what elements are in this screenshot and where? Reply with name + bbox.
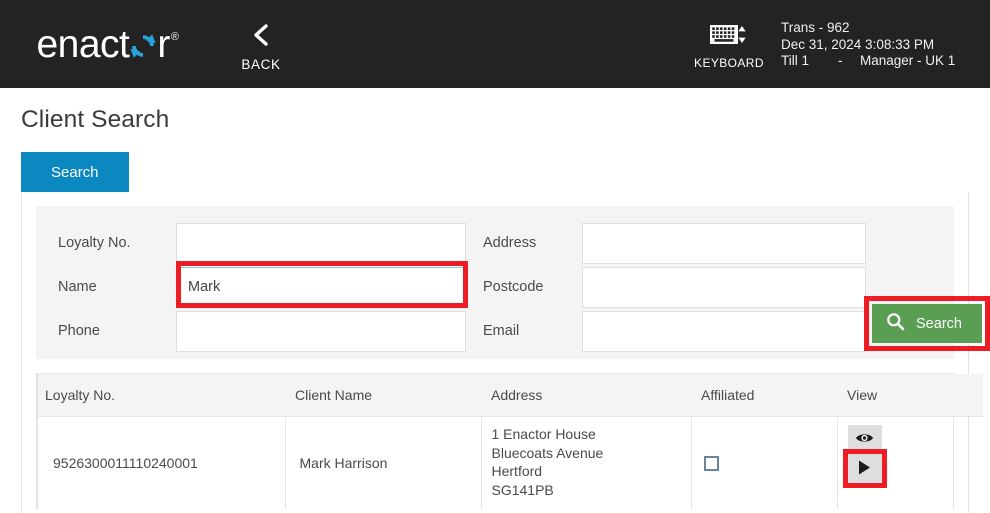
cell-affiliated (691, 416, 838, 509)
page-title: Client Search (21, 106, 170, 133)
email-input[interactable] (582, 310, 866, 352)
brand-logo: enact r® (0, 0, 215, 88)
logo-trademark: ® (170, 30, 179, 43)
page-body: Client Search Search Loyalty No. Name Ma… (0, 88, 990, 513)
transaction-info: Trans - 962 Dec 31, 2024 3:08:33 PM Till… (775, 18, 990, 70)
eye-icon (855, 431, 874, 448)
column-header-affiliated: Affiliated (691, 374, 837, 417)
field-postcode: Postcode (483, 265, 866, 309)
cell-view-actions (837, 417, 983, 510)
play-icon (857, 459, 872, 479)
cell-loyalty-no: 9526300011110240001 (37, 416, 286, 509)
form-column-left: Loyalty No. Name Phone (36, 221, 466, 353)
address-line-2: Bluecoats Avenue (491, 444, 604, 461)
tab-panel: Loyalty No. Name Phone Address (21, 192, 990, 513)
till-label: Till 1 (781, 53, 810, 69)
keyboard-button[interactable]: KEYBOARD (683, 0, 775, 88)
tab-strip: Search (21, 152, 969, 192)
column-header-view: View (837, 374, 983, 417)
search-button-wrapper: Search (872, 304, 982, 343)
field-label-postcode: Postcode (483, 279, 544, 295)
cell-client-name: Mark Harrison (285, 416, 482, 509)
field-label-phone: Phone (58, 323, 100, 339)
field-address: Address (483, 221, 866, 265)
search-form: Loyalty No. Name Phone Address (36, 206, 990, 359)
select-client-button[interactable] (847, 454, 882, 483)
field-label-loyalty-no: Loyalty No. (58, 235, 131, 251)
address-line-3: Hertford (491, 463, 543, 479)
table-header-row: Loyalty No. Client Name Address Affiliat… (37, 374, 983, 417)
results-table-wrapper: Loyalty No. Client Name Address Affiliat… (36, 373, 983, 509)
back-button-label: BACK (241, 57, 281, 72)
keyboard-button-label: KEYBOARD (694, 55, 764, 70)
field-phone: Phone (58, 309, 466, 353)
info-separator: - (838, 53, 843, 69)
scroll-rail (37, 374, 38, 509)
address-input[interactable] (582, 222, 866, 264)
operator-label: Manager - UK 1 (860, 53, 956, 69)
address-line-1: 1 Enactor House (491, 426, 596, 442)
loyalty-no-input[interactable] (176, 222, 466, 264)
field-email: Email (483, 309, 866, 353)
affiliated-checkbox[interactable] (703, 455, 719, 471)
address-line-4: SG141PB (491, 481, 554, 498)
results-table-body: 9526300011110240001 Mark Harrison 1 Enac… (37, 416, 983, 510)
phone-input[interactable] (176, 310, 466, 352)
results-table: Loyalty No. Client Name Address Affiliat… (37, 374, 983, 509)
keyboard-icon (710, 22, 748, 48)
field-label-address: Address (483, 235, 537, 251)
logo-text-pre: enact (36, 22, 130, 66)
tab-search[interactable]: Search (21, 152, 129, 192)
name-input[interactable] (176, 266, 466, 308)
logo-refresh-icon (128, 31, 158, 61)
app-header: enact r® BACK KEYBOARD Trans - 962 Dec 3… (0, 0, 990, 88)
postcode-input[interactable] (582, 266, 866, 308)
field-label-name: Name (58, 279, 97, 295)
back-button[interactable]: BACK (215, 0, 307, 88)
select-client-button-wrapper (842, 449, 887, 488)
field-label-email: Email (483, 323, 520, 339)
field-name: Name (58, 265, 466, 309)
logo-text-post: r (157, 22, 170, 66)
table-row[interactable]: 9526300011110240001 Mark Harrison 1 Enac… (37, 416, 983, 510)
search-icon (886, 312, 905, 335)
column-header-client-name: Client Name (285, 374, 481, 417)
search-button[interactable]: Search (872, 304, 982, 343)
chevron-left-icon (248, 20, 274, 50)
column-header-address: Address (481, 374, 691, 417)
transaction-number: Trans - 962 (781, 20, 850, 36)
results-table-head: Loyalty No. Client Name Address Affiliat… (37, 374, 983, 417)
view-client-button[interactable] (847, 425, 882, 454)
search-button-label: Search (916, 315, 962, 332)
form-column-right: Address Postcode Email (466, 221, 866, 353)
cell-address: 1 Enactor House Bluecoats Avenue Hertfor… (481, 416, 692, 509)
column-header-loyalty-no: Loyalty No. (37, 374, 285, 417)
field-loyalty-no: Loyalty No. (58, 221, 466, 265)
transaction-datetime: Dec 31, 2024 3:08:33 PM (781, 36, 935, 52)
